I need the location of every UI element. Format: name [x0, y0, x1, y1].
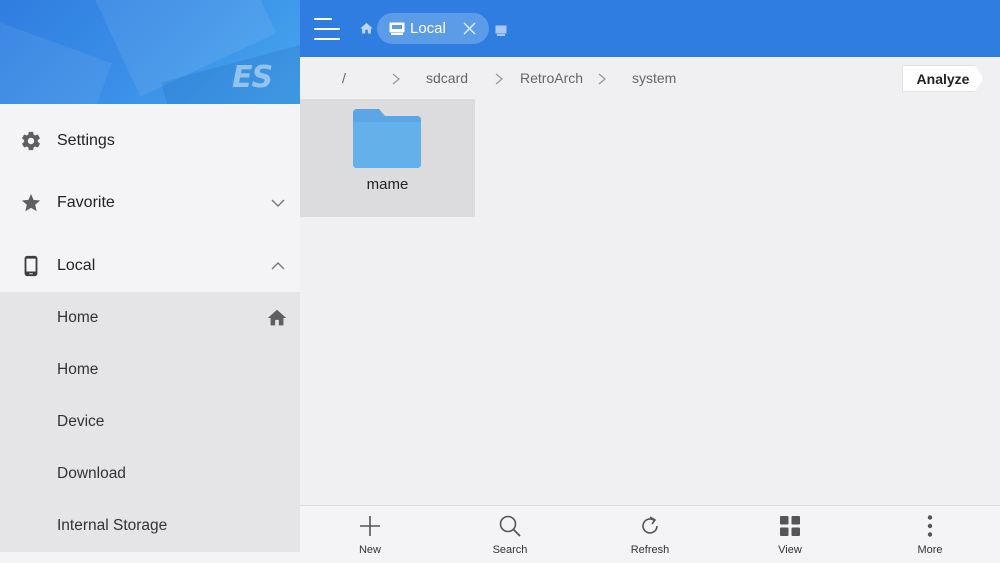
analyze-button[interactable]: Analyze — [902, 65, 984, 92]
sidebar-item-favorite[interactable]: Favorite — [0, 172, 300, 234]
tab-local[interactable]: Local — [377, 13, 489, 44]
close-icon[interactable] — [463, 22, 476, 35]
banner-decoration — [0, 22, 112, 104]
submenu-item-home[interactable]: Home — [0, 292, 300, 344]
submenu-item-label: Download — [57, 465, 126, 482]
chevron-right-icon — [495, 72, 504, 85]
toolbar-label: Search — [492, 544, 528, 556]
phone-icon — [20, 255, 42, 277]
submenu-item-label: Device — [57, 413, 105, 430]
gear-icon — [20, 130, 42, 152]
sidebar-item-local[interactable]: Local — [0, 235, 300, 297]
sidebar-item-label: Settings — [57, 132, 115, 149]
bottom-toolbar: New Search Refresh View More — [300, 505, 1000, 563]
more-vertical-icon — [918, 514, 942, 538]
new-window-icon[interactable] — [495, 23, 507, 36]
folder-icon — [353, 109, 421, 168]
tab-label: Local — [410, 20, 446, 37]
view-button[interactable]: View — [740, 506, 840, 563]
search-icon — [498, 514, 522, 538]
path-bar: / sdcard RetroArch system Analyze — [300, 57, 1000, 99]
local-submenu: Home Home Device Download Internal Stora… — [0, 292, 300, 552]
top-bar: Local — [300, 0, 1000, 57]
breadcrumb-retroarch[interactable]: RetroArch — [520, 70, 583, 86]
search-button[interactable]: Search — [460, 506, 560, 563]
chevron-up-icon[interactable] — [270, 258, 286, 274]
toolbar-label: More — [917, 544, 943, 556]
folder-item-mame[interactable]: mame — [300, 99, 475, 217]
plus-icon — [358, 514, 382, 538]
chevron-right-icon — [598, 72, 607, 85]
submenu-item-label: Home — [57, 361, 99, 378]
refresh-icon — [638, 514, 662, 538]
new-button[interactable]: New — [320, 506, 420, 563]
file-grid: mame — [300, 99, 1000, 505]
home-icon[interactable] — [266, 307, 288, 329]
sidebar: ES Settings Favorite Local Home Home Dev… — [0, 0, 300, 563]
chevron-down-icon[interactable] — [270, 195, 286, 211]
sidebar-item-label: Favorite — [57, 194, 115, 211]
menu-icon[interactable] — [314, 16, 342, 42]
refresh-button[interactable]: Refresh — [600, 506, 700, 563]
sidebar-item-label: Local — [57, 257, 96, 274]
submenu-item-internal-storage[interactable]: Internal Storage — [0, 500, 300, 552]
app-logo: ES — [232, 60, 273, 95]
file-name: mame — [366, 176, 409, 193]
grid-view-icon — [778, 514, 802, 538]
submenu-item-label: Internal Storage — [57, 517, 168, 534]
breadcrumb-root[interactable]: / — [342, 70, 346, 86]
toolbar-label: New — [358, 544, 381, 556]
sidebar-item-settings[interactable]: Settings — [0, 110, 300, 172]
submenu-item-label: Home — [57, 309, 99, 326]
storage-icon — [389, 22, 405, 35]
submenu-item-device[interactable]: Device — [0, 396, 300, 448]
toolbar-label: View — [778, 544, 802, 556]
submenu-item-home[interactable]: Home — [0, 344, 300, 396]
chevron-right-icon — [392, 72, 401, 85]
toolbar-label: Refresh — [630, 544, 670, 556]
sidebar-banner: ES — [0, 0, 300, 104]
breadcrumb-system[interactable]: system — [632, 70, 676, 86]
breadcrumb-sdcard[interactable]: sdcard — [426, 70, 468, 86]
more-button[interactable]: More — [880, 506, 980, 563]
submenu-item-download[interactable]: Download — [0, 448, 300, 500]
home-icon[interactable] — [359, 21, 374, 36]
star-icon — [20, 192, 42, 214]
